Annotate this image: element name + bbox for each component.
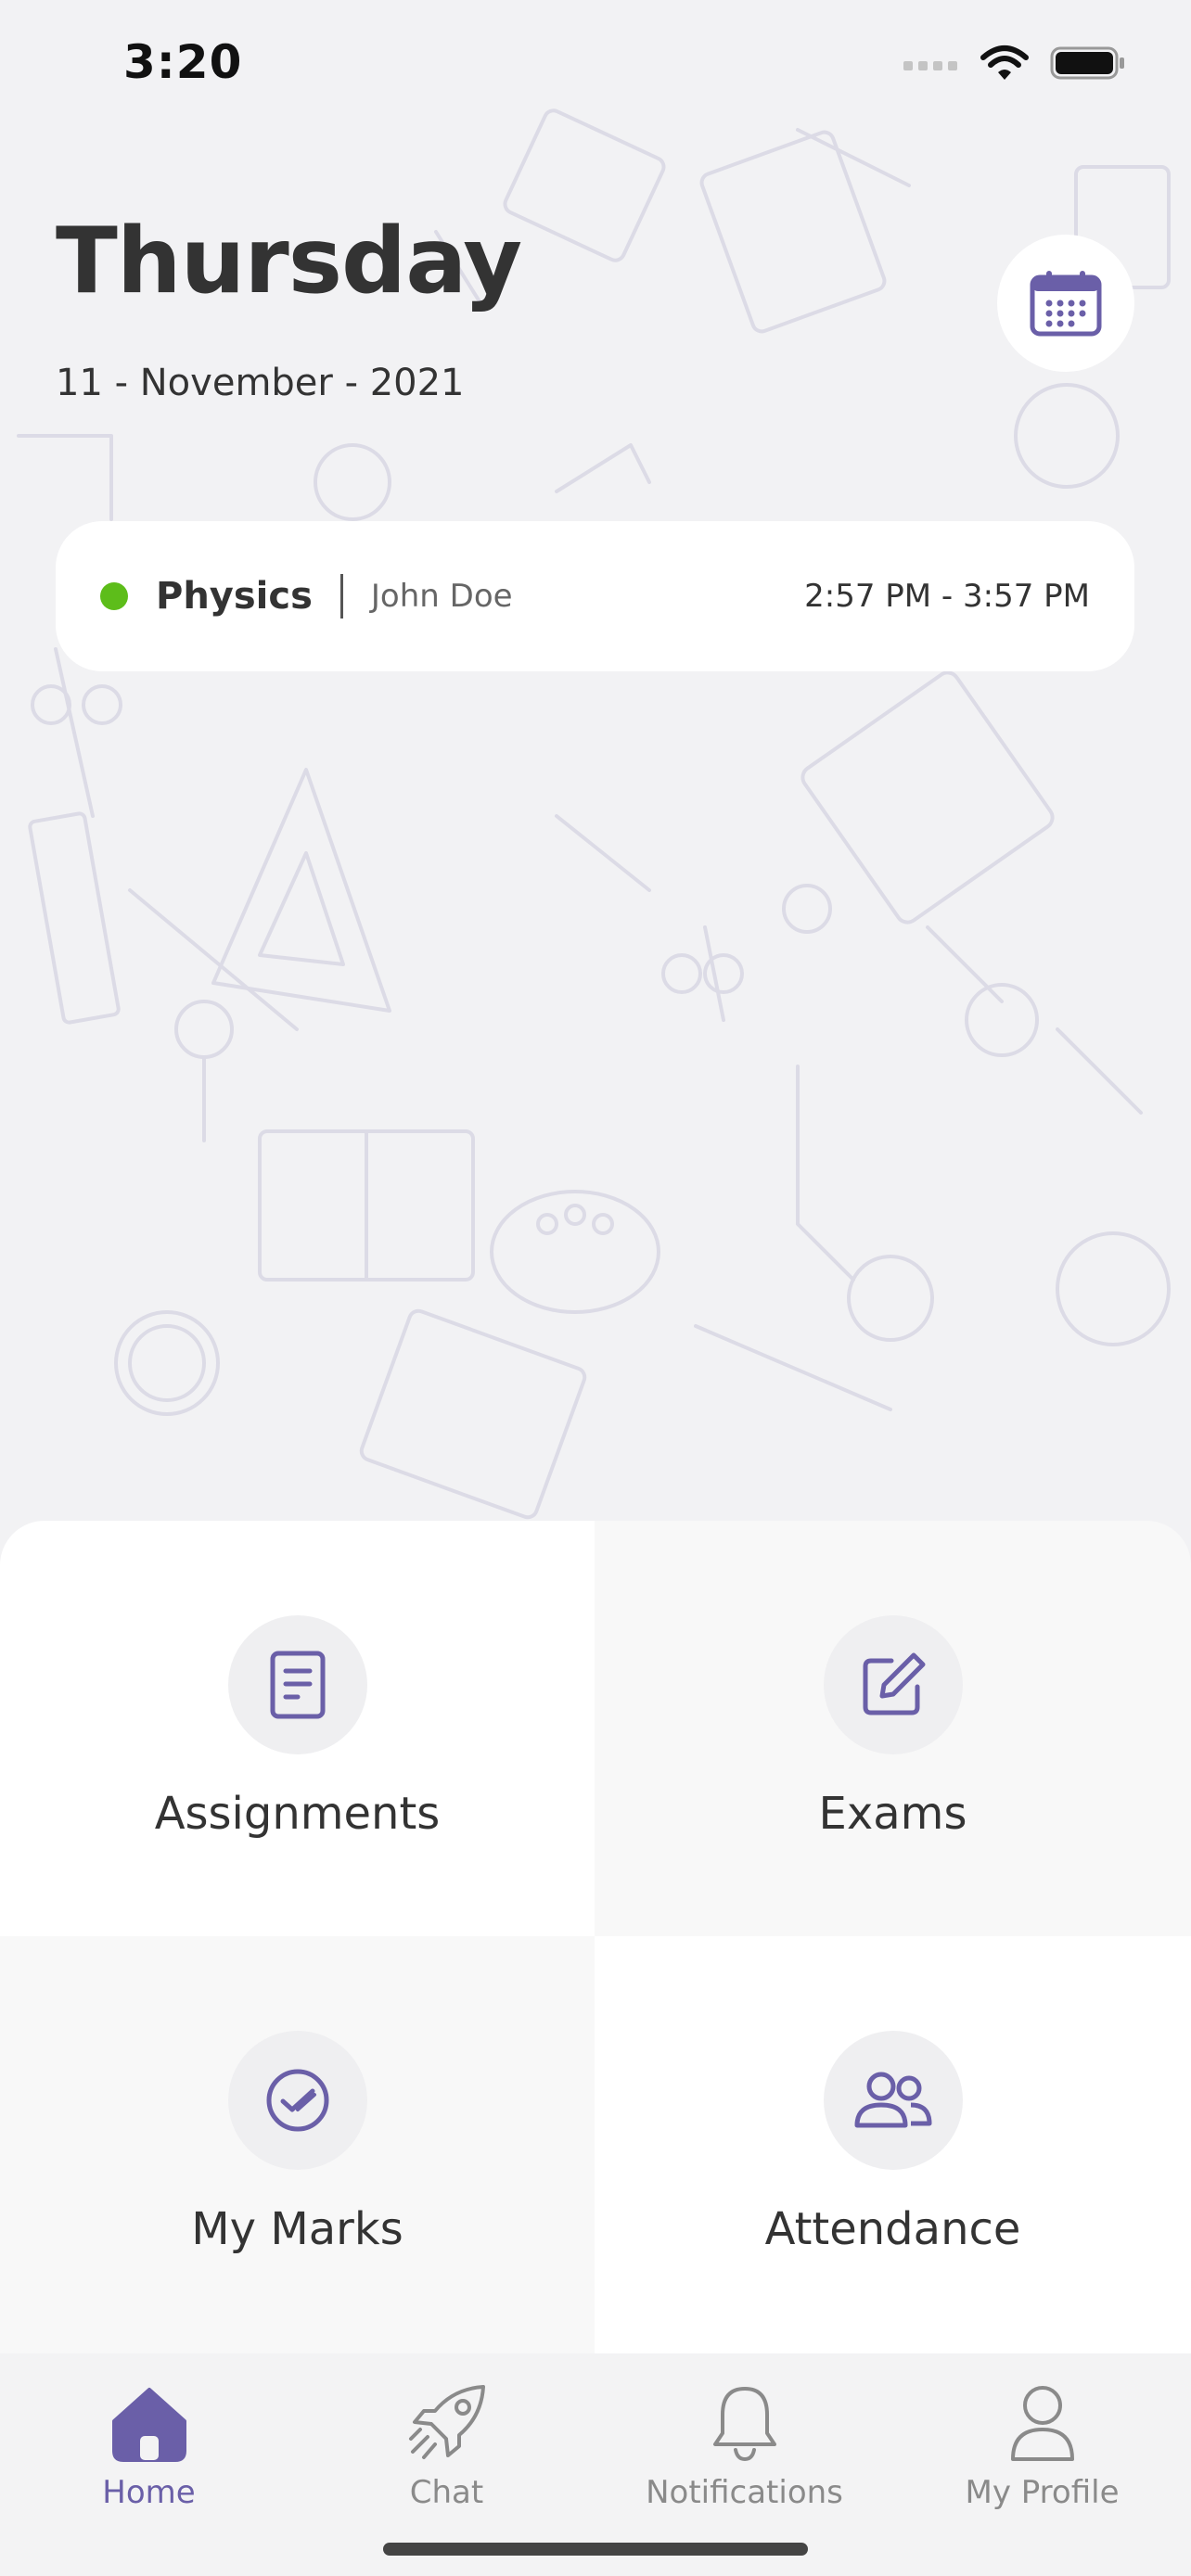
home-icon <box>111 2388 186 2462</box>
tab-profile-icon-wrap <box>1001 2381 1084 2465</box>
assignments-label: Assignments <box>154 1788 441 1840</box>
divider <box>339 574 343 618</box>
users-icon <box>854 2072 931 2128</box>
calendar-icon <box>1030 271 1102 337</box>
tab-my-profile[interactable]: My Profile <box>893 2353 1191 2576</box>
my-marks-label: My Marks <box>191 2203 403 2255</box>
signal-icon <box>903 61 957 70</box>
my-marks-icon-circle <box>227 2031 367 2170</box>
assignments-icon-circle <box>227 1615 367 1754</box>
calendar-button[interactable] <box>997 235 1134 372</box>
tab-home[interactable]: Home <box>0 2353 298 2576</box>
bell-icon <box>712 2387 776 2462</box>
person-icon <box>1010 2386 1074 2461</box>
tab-notifications-label: Notifications <box>646 2474 843 2511</box>
attendance-tile[interactable]: Attendance <box>595 1936 1191 2353</box>
exams-tile[interactable]: Exams <box>595 1521 1191 1936</box>
status-time: 3:20 <box>123 35 243 89</box>
class-subject: Physics <box>156 575 313 618</box>
attendance-label: Attendance <box>764 2203 1021 2255</box>
status-bar: 3:20 <box>0 0 1191 130</box>
tab-home-label: Home <box>102 2474 196 2511</box>
status-icons <box>903 45 1126 82</box>
assignments-tile[interactable]: Assignments <box>0 1521 595 1936</box>
home-indicator <box>383 2543 808 2556</box>
tab-chat-icon-wrap <box>405 2381 489 2465</box>
tab-chat-label: Chat <box>409 2474 484 2511</box>
feature-grid: Assignments Exams My Marks Attendance <box>0 1521 1191 2353</box>
class-teacher: John Doe <box>370 578 513 615</box>
tab-home-icon-wrap <box>108 2381 191 2465</box>
battery-icon <box>1050 46 1124 80</box>
class-card[interactable]: Physics John Doe 2:57 PM - 3:57 PM <box>56 521 1134 671</box>
status-dot <box>100 582 128 610</box>
day-title: Thursday <box>56 209 522 314</box>
document-icon <box>270 1651 325 1719</box>
attendance-icon-circle <box>823 2031 963 2170</box>
exams-label: Exams <box>818 1788 967 1840</box>
check-circle-icon <box>266 2069 328 2132</box>
exams-icon-circle <box>823 1615 963 1754</box>
tab-my-profile-label: My Profile <box>965 2474 1120 2511</box>
rocket-icon <box>408 2385 485 2459</box>
date-text: 11 - November - 2021 <box>56 362 465 404</box>
edit-icon <box>863 1652 925 1715</box>
wifi-icon <box>980 45 1029 80</box>
class-time: 2:57 PM - 3:57 PM <box>804 578 1090 615</box>
tab-notifications-icon-wrap <box>703 2381 787 2465</box>
my-marks-tile[interactable]: My Marks <box>0 1936 595 2353</box>
